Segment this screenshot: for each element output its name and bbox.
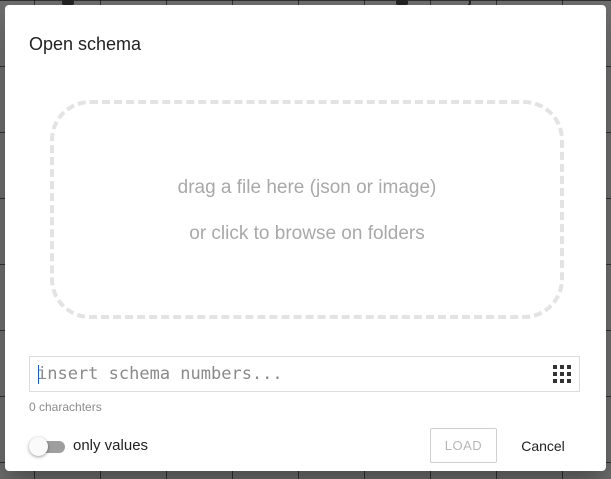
only-values-toggle[interactable] xyxy=(29,436,67,458)
schema-input-field xyxy=(29,356,580,392)
dropzone-drag-text: drag a file here (json or image) xyxy=(177,177,437,198)
character-count: 0 charachters xyxy=(29,400,102,414)
dialog-title: Open schema xyxy=(29,34,142,54)
schema-numbers-input[interactable] xyxy=(30,357,547,391)
text-caret xyxy=(38,365,39,384)
toggle-thumb xyxy=(29,437,48,456)
open-schema-dialog: Open schema drag a file here (json or im… xyxy=(5,5,606,471)
cancel-button[interactable]: Cancel xyxy=(513,428,573,463)
file-dropzone[interactable]: drag a file here (json or image) or clic… xyxy=(50,100,564,319)
only-values-label[interactable]: only values xyxy=(73,437,148,454)
load-button[interactable]: LOAD xyxy=(430,428,497,463)
dropzone-browse-text: or click to browse on folders xyxy=(189,223,425,244)
keypad-grid-icon[interactable] xyxy=(553,365,571,383)
